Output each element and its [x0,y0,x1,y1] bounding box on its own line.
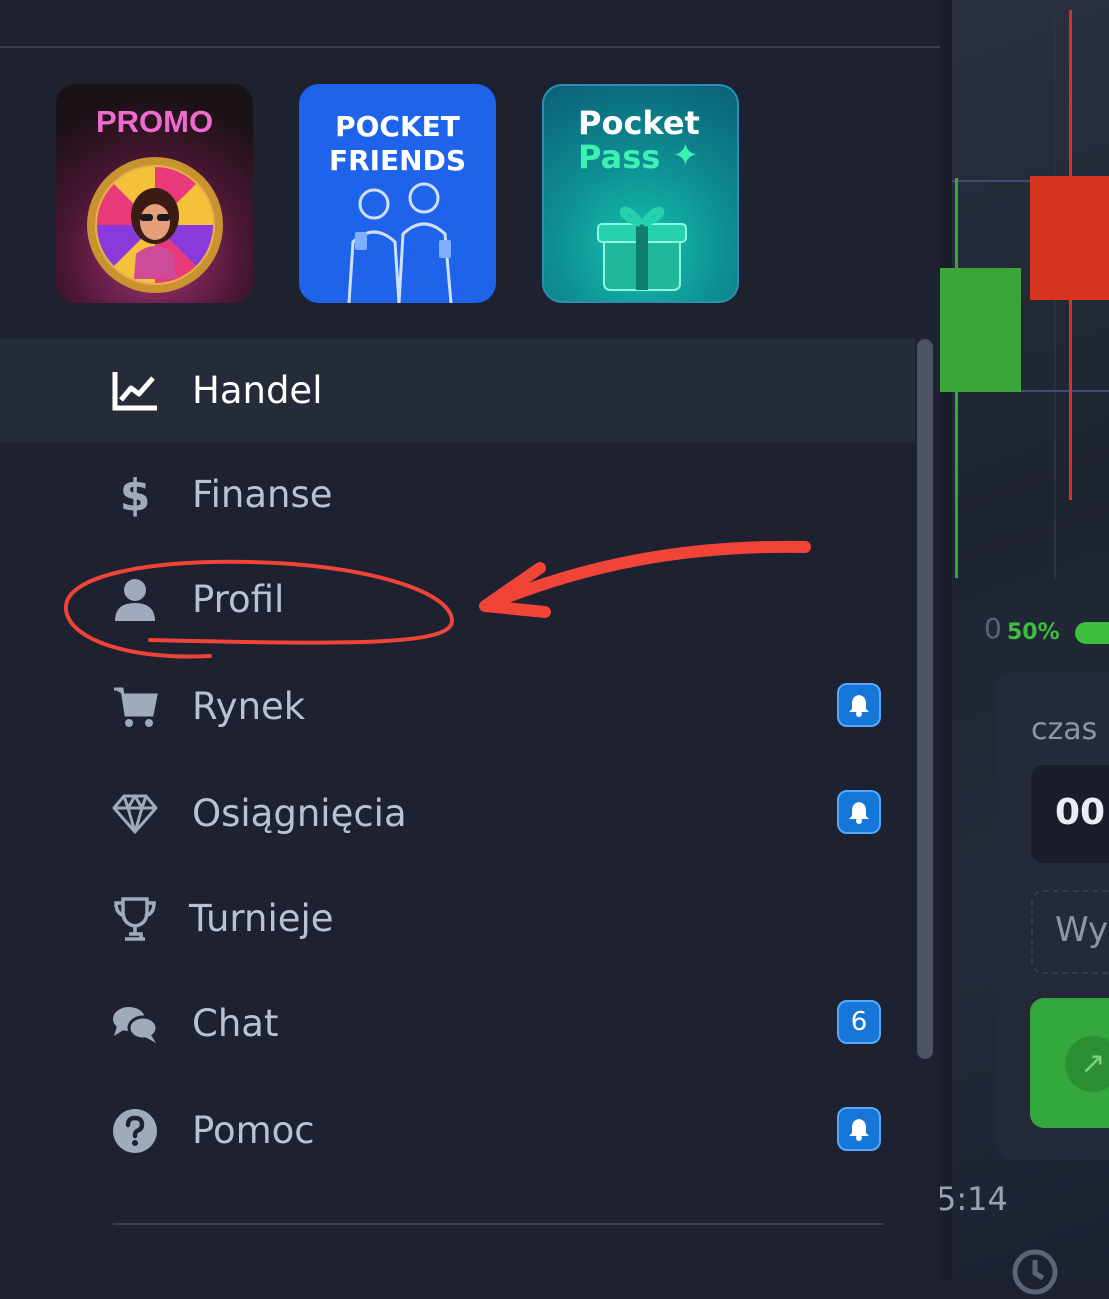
panel-seam [940,0,952,1280]
diamond-icon [108,786,162,842]
nav-label: Rynek [192,685,306,728]
nav-item-pomoc[interactable]: Pomoc [0,1079,915,1183]
nav-label: Finanse [192,473,333,516]
sentiment-fill [1075,622,1109,644]
time-value: 00: [1055,792,1109,833]
nav-label: Pomoc [192,1109,315,1152]
chart-clock: 5:14 [936,1180,1008,1218]
promo-card[interactable]: PROMO [56,84,253,303]
nav-label: Chat [192,1002,279,1045]
side-menu: PROMO POCKET FRIENDS Pocket Pass ✦ Hande… [0,0,940,1280]
trophy-icon [108,891,162,947]
nav-item-rynek[interactable]: Rynek [0,655,915,759]
divider [113,1223,884,1225]
promo-card-title: PROMO [95,104,214,139]
cart-icon [108,679,162,735]
chat-icon [108,996,162,1052]
history-icon[interactable] [1008,1245,1062,1299]
time-label: czas [1031,712,1098,747]
sparkle-icon: ✦ [672,136,699,174]
nav-item-osiagniecia[interactable]: Osiągnięcia [0,762,915,866]
nav-label: Profil [192,578,285,621]
pass-title-line2: Pass [578,138,661,176]
promo-wheel-icon [87,157,223,293]
question-icon [108,1103,162,1159]
chart-line-icon [108,363,162,419]
nav-label: Turnieje [189,897,334,940]
nav-item-turnieje[interactable]: Turnieje [0,867,915,971]
pocket-friends-card[interactable]: POCKET FRIENDS [299,84,496,303]
gift-box-icon [597,206,687,291]
nav-label: Handel [192,369,323,412]
candle-down [1030,176,1109,300]
sidebar-scrollbar[interactable] [917,339,933,1059]
friends-illustration-icon [347,182,453,303]
nav-item-chat[interactable]: Chat 6 [0,972,915,1076]
friends-title-line1: POCKET [335,110,460,143]
pocket-pass-card[interactable]: Pocket Pass ✦ [542,84,739,303]
chat-count-badge: 6 [837,1000,881,1044]
bell-icon [837,790,881,834]
user-icon [108,572,162,628]
dollar-icon: $ [119,469,151,521]
nav-item-finanse[interactable]: $ Finanse [0,443,915,547]
nav-label: Osiągnięcia [192,792,407,835]
bell-icon [837,1107,881,1151]
nav-item-handel[interactable]: Handel [0,339,915,443]
nav-item-profil[interactable]: Profil [0,548,915,652]
sentiment-zero: 0 [984,612,1002,645]
bell-icon [837,683,881,727]
sentiment-percent: 50% [1007,620,1060,645]
divider [0,46,940,48]
payout-label: Wyp [1055,910,1109,950]
friends-title-line2: FRIENDS [328,144,467,177]
candle-up [940,268,1021,392]
